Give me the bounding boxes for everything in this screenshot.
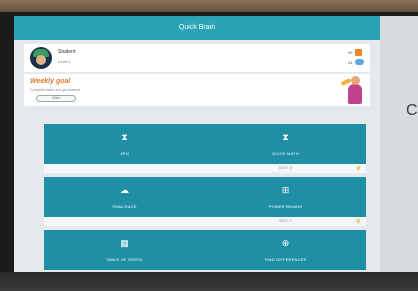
avatar-face <box>36 55 46 65</box>
profile-level: Level 1 <box>58 59 71 64</box>
gem-stat: 99 <box>348 49 363 56</box>
device-screen: Quick Brain Student Level 1 99 44 Weekly… <box>14 16 418 272</box>
gem-icon <box>355 49 363 56</box>
tile-label: TABLE OF GREEK <box>106 257 143 262</box>
game-tile-find-differences[interactable]: ⊕ FIND DIFFERENCES <box>205 230 366 270</box>
tile-label: ZEN <box>120 151 129 156</box>
game-tile-snailrace[interactable]: ☁ SNAILRACE <box>44 177 205 217</box>
side-panel <box>380 16 418 272</box>
tile-footer-snailrace <box>44 217 205 226</box>
side-panel-letter: C <box>406 102 418 119</box>
weekly-goal-title: Weekly goal <box>30 78 71 85</box>
grid-icon: ⊞ <box>281 185 290 195</box>
game-tile-power-brains[interactable]: ⊞ POWER BRAINS <box>205 177 366 217</box>
profile-name: Student <box>58 49 76 55</box>
tile-label: FIND DIFFERENCES <box>264 257 307 262</box>
gem-count: 99 <box>348 50 353 55</box>
best-score: BEST: 8 <box>279 166 292 170</box>
avatar[interactable] <box>30 47 52 69</box>
app-title: Quick Brain <box>14 16 380 40</box>
tile-label: QUICK MATH <box>272 151 299 156</box>
photo-background-bottom <box>0 272 418 291</box>
weekly-goal-button[interactable]: Start <box>36 95 76 102</box>
hourglass-icon: ⧗ <box>121 132 128 142</box>
game-tile-quick-math[interactable]: ⧗ QUICK MATH <box>205 124 366 164</box>
profile-card[interactable]: Student Level 1 99 44 <box>24 44 370 72</box>
illustration-body <box>348 84 362 104</box>
tile-footer-zen <box>44 164 205 173</box>
hourglass-icon: ⧗ <box>282 132 289 142</box>
tile-footer-power-brains: BEST: 3 ♛ <box>205 217 366 226</box>
weekly-goal-card[interactable]: Weekly goal Complete tasks and get rewar… <box>24 74 370 106</box>
weekly-goal-subtitle: Complete tasks and get rewards <box>30 88 81 92</box>
cloud-icon <box>355 59 365 65</box>
main-content: Student Level 1 99 44 Weekly goal Comple… <box>14 40 380 272</box>
game-tile-table-of-greek[interactable]: ▦ TABLE OF GREEK <box>44 230 205 270</box>
cloud-outline-icon: ☁ <box>120 185 129 195</box>
tile-label: POWER BRAINS <box>268 204 303 209</box>
magnifier-icon: ⊕ <box>281 238 290 248</box>
crown-icon: ♛ <box>355 219 361 225</box>
illustration-head <box>351 76 360 85</box>
cloud-stat: 44 <box>348 59 365 65</box>
table-icon: ▦ <box>120 238 129 248</box>
game-tile-zen[interactable]: ⧗ ZEN <box>44 124 205 164</box>
crown-icon: ♛ <box>355 166 361 172</box>
best-score: BEST: 3 <box>279 219 292 223</box>
goal-illustration <box>340 74 368 106</box>
tile-label: SNAILRACE <box>112 204 137 209</box>
tile-footer-quick-math: BEST: 8 ♛ <box>205 164 366 173</box>
cloud-count: 44 <box>348 59 353 65</box>
